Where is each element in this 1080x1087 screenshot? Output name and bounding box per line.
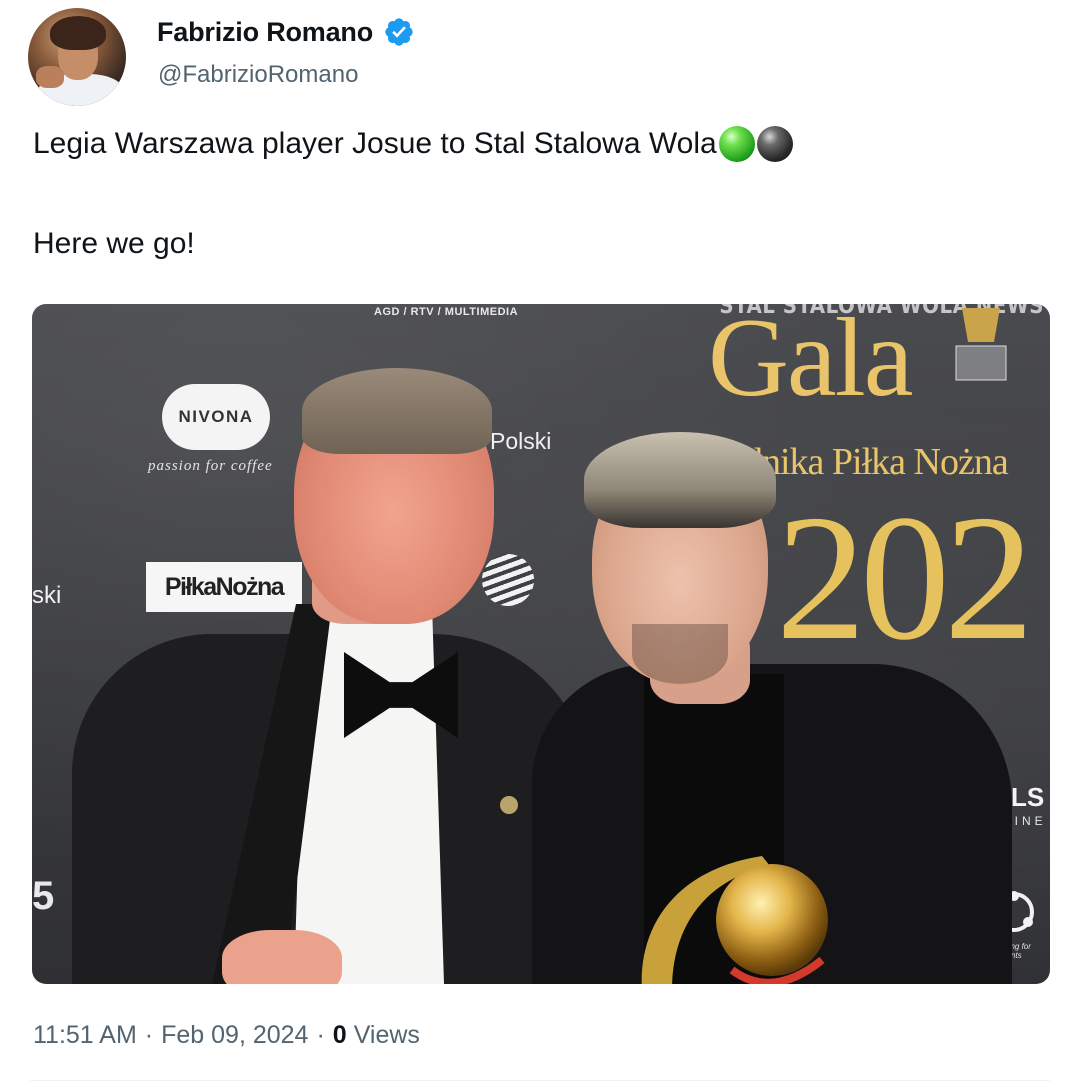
pilka-nozna-logo: PiłkaNożna xyxy=(146,562,302,612)
waves-logo-icon xyxy=(482,554,534,606)
lapel-pin-icon xyxy=(500,796,518,814)
man-left-fist xyxy=(222,930,342,984)
black-circle-emoji-icon xyxy=(756,126,793,162)
nivona-logo: NIVONA xyxy=(162,384,270,450)
tweet-time[interactable]: 11:51 AM xyxy=(33,1021,137,1050)
man-right-beard xyxy=(632,624,728,684)
tweet-text: Legia Warszawa player Josue to Stal Stal… xyxy=(33,124,793,264)
polski-logo-text: Polski xyxy=(490,428,552,454)
author-avatar[interactable] xyxy=(28,8,126,106)
meta-separator: · xyxy=(316,1021,325,1049)
tweet-date[interactable]: Feb 09, 2024 xyxy=(161,1021,308,1050)
avatar-hair xyxy=(50,16,106,50)
meta-separator: · xyxy=(144,1021,154,1049)
nivona-tagline: passion for coffee xyxy=(148,458,273,474)
author-display-name[interactable]: Fabrizio Romano xyxy=(157,17,373,48)
gala-title: Gala xyxy=(708,304,913,420)
avatar-hand xyxy=(36,66,64,88)
views-count: 0 xyxy=(332,1021,347,1049)
pilka-nozna-logo-text: PiłkaNożna xyxy=(164,572,285,601)
left-sponsor-fragment: ski xyxy=(32,582,62,609)
man-right-hair xyxy=(584,432,776,528)
gala-year: 202 xyxy=(776,478,1034,677)
tweet-line-1: Legia Warszawa player Josue to Stal Stal… xyxy=(33,124,793,164)
sponsor-agd-text: AGD / RTV / MULTIMEDIA xyxy=(374,306,519,318)
left-edge-logo-fragment: 5 xyxy=(32,874,55,918)
bottom-divider xyxy=(30,1080,1050,1081)
man-left-hair xyxy=(302,368,492,454)
tweet-line-2: Here we go! xyxy=(33,227,195,260)
award-statue-icon xyxy=(955,308,1007,381)
views-label: Views xyxy=(353,1021,420,1049)
author-handle[interactable]: @FabrizioRomano xyxy=(158,61,358,89)
tweet-photo[interactable]: AGD / RTV / MULTIMEDIA STAL STALOWA WOLA… xyxy=(32,304,1050,984)
tweet-meta: 11:51 AM · Feb 09, 2024 · 0 Views xyxy=(33,1021,420,1050)
verified-badge-icon xyxy=(385,18,413,46)
tweet-line-1-text: Legia Warszawa player Josue to Stal Stal… xyxy=(33,127,717,160)
tweet-card: Fabrizio Romano @FabrizioRomano Legia Wa… xyxy=(0,0,1080,1087)
green-circle-emoji-icon xyxy=(718,126,755,162)
author-name-row[interactable]: Fabrizio Romano xyxy=(157,16,415,48)
nivona-logo-text: NIVONA xyxy=(178,407,254,426)
golden-ball-trophy-icon xyxy=(641,856,828,984)
